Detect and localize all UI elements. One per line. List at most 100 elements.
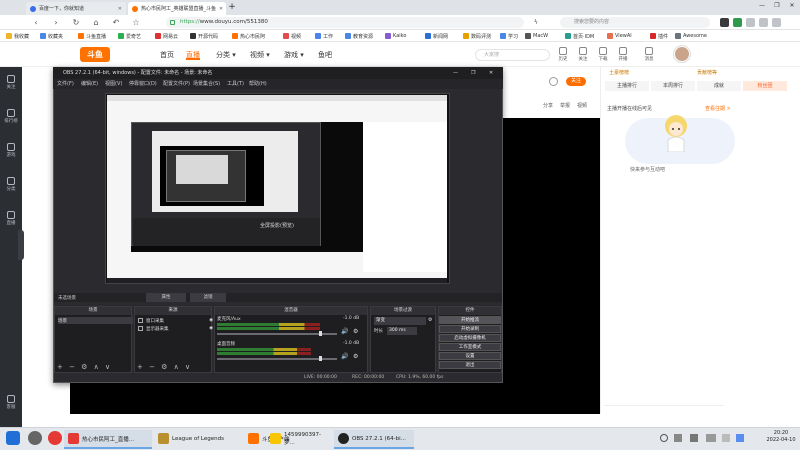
chat-input-area[interactable] <box>604 405 724 413</box>
bookmark-item[interactable]: 视频 <box>283 32 301 40</box>
history-button[interactable]: 历史 <box>554 47 572 62</box>
minimize-window-button[interactable]: — <box>755 0 769 12</box>
source-item[interactable]: 窗口采集 ◉ <box>138 317 213 324</box>
top-link-rich[interactable]: 土豪榜榜 <box>609 69 629 76</box>
taskbar-app-lol[interactable]: League of Legends <box>154 430 242 449</box>
bookmark-item[interactable]: 首页·IDM <box>565 32 594 40</box>
windows-start-icon[interactable] <box>6 431 20 445</box>
top-link-contrib[interactable]: 贡献榜等 <box>697 69 717 76</box>
douyu-search-input[interactable]: 大家搜 <box>475 49 550 61</box>
bookmark-item[interactable]: 我收藏 <box>6 32 29 40</box>
obs-menu-file[interactable]: 文件(F) <box>57 80 74 88</box>
nav-live[interactable]: 直播 <box>186 50 200 60</box>
browser-tab-baidu[interactable]: 百度一下，你就知道 ✕ <box>26 2 126 15</box>
bookmark-item[interactable]: 学习 <box>500 32 518 40</box>
bookmark-item[interactable]: 爱奇艺 <box>118 32 141 40</box>
sidebar-item-service[interactable]: 客服 <box>0 395 22 410</box>
nav-category[interactable]: 分类 ▾ <box>216 50 236 60</box>
download-icon[interactable] <box>759 18 768 27</box>
lightning-icon[interactable]: ϟ <box>530 17 542 28</box>
share-circle-icon[interactable] <box>549 77 558 86</box>
obs-menu-scene-collection[interactable]: 场景集合(S) <box>193 80 220 88</box>
bookmark-item[interactable]: 新闻网 <box>425 32 448 40</box>
taskbar-app-browser[interactable]: 热心市民阿工_直播... <box>64 430 152 449</box>
sidebar-item-rank[interactable]: 排行榜 <box>0 109 22 124</box>
douyu-logo[interactable]: 斗鱼 <box>80 47 110 62</box>
obs-close-button[interactable]: ✕ <box>489 67 493 79</box>
bookmark-item[interactable]: 开源代码 <box>190 32 218 40</box>
forward-button[interactable]: › <box>50 17 62 28</box>
new-tab-button[interactable]: + <box>227 2 237 13</box>
start-virtual-camera-button[interactable]: 启动虚拟摄像机 <box>439 334 501 342</box>
settings-button[interactable]: 设置 <box>439 352 501 360</box>
tab-week-rank[interactable]: 本周排行 <box>651 81 695 91</box>
properties-button[interactable]: 属性 <box>146 293 186 302</box>
exit-button[interactable]: 退出 <box>439 361 501 369</box>
gear-icon[interactable]: ⚙ <box>353 353 358 360</box>
bookmark-star-button[interactable]: ☆ <box>130 17 142 28</box>
undo-close-button[interactable]: ↶ <box>110 17 122 28</box>
sidebar-item-category[interactable]: 分类 <box>0 177 22 192</box>
volume-knob[interactable] <box>319 356 322 361</box>
bookmark-item[interactable]: 教育资源 <box>345 32 373 40</box>
download-app-button[interactable]: 下载 <box>594 47 612 62</box>
battery-icon[interactable] <box>722 434 730 442</box>
obs-maximize-button[interactable]: ❐ <box>471 67 475 79</box>
gear-icon[interactable]: ⚙ <box>353 328 358 335</box>
speaker-icon[interactable]: 🔊 <box>341 328 348 335</box>
messages-button[interactable]: 消息 <box>640 47 658 62</box>
tab-anchor-rank[interactable]: 主播排行 <box>605 81 649 91</box>
sidebar-collapse-handle[interactable] <box>18 230 24 260</box>
sidebar-item-game[interactable]: 游戏 <box>0 143 22 158</box>
bookmark-item[interactable]: 工作 <box>315 32 333 40</box>
search-icon[interactable] <box>28 431 42 445</box>
web-search-input[interactable]: 搜索您要的内容 <box>560 17 710 28</box>
bookmark-item[interactable]: 收藏夹 <box>40 32 63 40</box>
start-recording-button[interactable]: 开始录制 <box>439 325 501 333</box>
taskbar-app-obs[interactable]: OBS 27.2.1 (64-bi... <box>334 430 414 449</box>
obs-menu-edit[interactable]: 编辑(E) <box>81 80 98 88</box>
taskbar-clock[interactable]: 20:20 2022-04-10 <box>764 430 798 444</box>
source-item[interactable]: 显示器采集 ◉ <box>138 325 213 332</box>
nav-yuba[interactable]: 鱼吧 <box>318 50 332 60</box>
bookmark-item[interactable]: Kaiko <box>385 32 406 40</box>
scenes-dock-toolbar[interactable]: + − ⚙ ∧ ∨ <box>57 363 112 371</box>
start-streaming-button[interactable]: 开始推流 <box>439 316 501 324</box>
volume-icon[interactable] <box>690 434 698 442</box>
bookmark-item[interactable]: 数码评测 <box>463 32 491 40</box>
gear-icon[interactable]: ⚙ <box>428 317 432 323</box>
start-stream-button[interactable]: 开播 <box>614 47 632 62</box>
obs-minimize-button[interactable]: — <box>453 67 458 79</box>
avatar[interactable] <box>674 46 690 62</box>
back-button[interactable]: ‹ <box>30 17 42 28</box>
follow-button[interactable]: 关注 <box>566 77 587 86</box>
maximize-window-button[interactable]: ❐ <box>770 0 784 12</box>
tab-achievement[interactable]: 成就 <box>697 81 741 91</box>
close-window-button[interactable]: ✕ <box>785 0 799 12</box>
bookmark-item[interactable]: 插件 <box>650 32 668 40</box>
extension-icon[interactable] <box>720 18 729 27</box>
obs-menu-view[interactable]: 视图(V) <box>105 80 122 88</box>
eye-icon[interactable]: ◉ <box>209 326 213 331</box>
browser-tab-douyu[interactable]: 热心市民阿工_英雄联盟直播_斗鱼 ✕ <box>128 2 226 15</box>
video-action[interactable]: 视频 <box>577 102 587 109</box>
filters-button[interactable]: 滤镜 <box>190 293 226 302</box>
bookmark-item[interactable]: ViewAl <box>607 32 632 40</box>
follow-list-button[interactable]: 关注 <box>574 47 592 62</box>
close-tab-icon[interactable]: ✕ <box>219 6 223 12</box>
report-action[interactable]: 举报 <box>560 102 570 109</box>
transition-type-select[interactable]: 渐变 <box>374 317 426 325</box>
settings-icon[interactable] <box>746 18 755 27</box>
nav-game[interactable]: 游戏 ▾ <box>284 50 304 60</box>
bookmark-item[interactable]: 热心市民阿 <box>232 32 265 40</box>
address-bar[interactable]: https://www.douyu.com/551380 <box>166 17 524 28</box>
tray-icon[interactable] <box>660 434 668 442</box>
obs-menu-help[interactable]: 帮助(H) <box>249 80 267 88</box>
panel-notice-link[interactable]: 查看往期 > <box>705 105 731 112</box>
eye-icon[interactable]: ◉ <box>209 318 213 323</box>
obs-menu-dock[interactable]: 停靠窗口(D) <box>129 80 157 88</box>
nav-home[interactable]: 首页 <box>160 50 174 60</box>
obs-menu-profile[interactable]: 配置文件(P) <box>163 80 190 88</box>
speaker-icon[interactable]: 🔊 <box>341 353 348 360</box>
close-tab-icon[interactable]: ✕ <box>118 6 122 12</box>
